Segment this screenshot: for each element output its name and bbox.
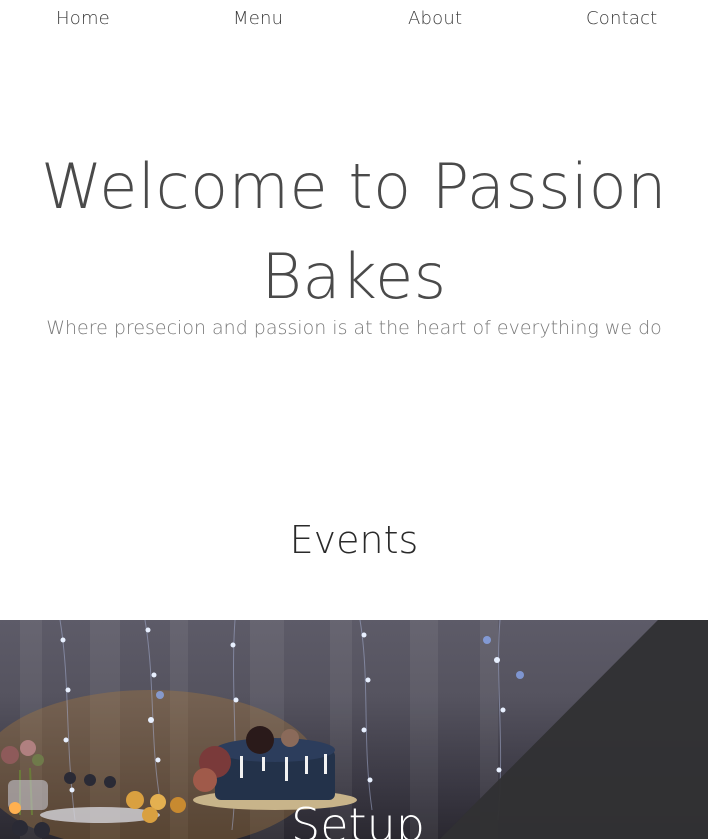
nav-menu-link[interactable]: Menu [233, 8, 283, 29]
event-card-title: Setup [291, 798, 425, 839]
nav-home-link[interactable]: Home [56, 8, 110, 29]
nav-about-link[interactable]: About [408, 8, 462, 29]
hero-subtitle: Where presecion and passion is at the he… [46, 317, 662, 339]
events-heading: Events [289, 518, 419, 562]
top-nav: Home Menu About Contact [0, 0, 708, 40]
hero-title: Welcome to Passion Bakes [41, 150, 667, 313]
event-card-setup[interactable]: Setup [0, 620, 708, 839]
nav-contact-link[interactable]: Contact [586, 8, 657, 29]
